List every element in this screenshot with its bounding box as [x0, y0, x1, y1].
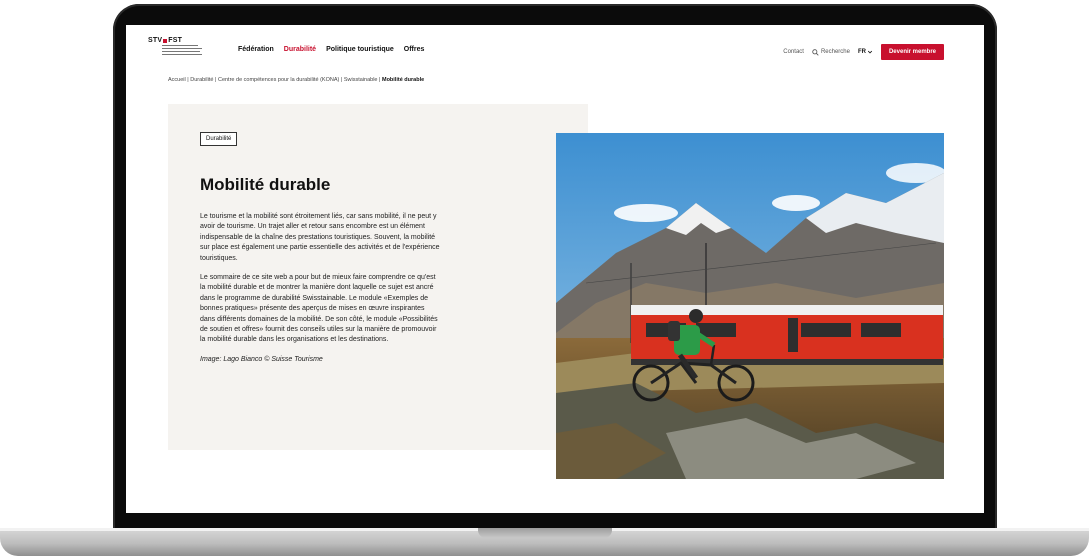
breadcrumb-item-durabilite[interactable]: Durabilité [190, 77, 213, 83]
intro-paragraph-2: Le sommaire de ce site web a pour but de… [200, 274, 438, 344]
image-caption: Image: Lago Bianco © Suisse Tourisme [200, 355, 323, 363]
category-tag[interactable]: Durabilité [200, 132, 238, 146]
logo-text-left: STV [148, 37, 163, 44]
become-member-button[interactable]: Devenir membre [880, 44, 944, 60]
browser-screen: STV FST Fédération Durabilité Politique … [126, 25, 984, 513]
header-utilities: Contact Recherche FR Devenir membre [783, 44, 944, 60]
page-title: Mobilité durable [200, 175, 331, 194]
contact-link[interactable]: Contact [783, 49, 804, 55]
nav-item-federation[interactable]: Fédération [238, 46, 274, 53]
logo-text-right: FST [168, 37, 183, 44]
chevron-down-icon [867, 50, 873, 54]
logo-red-square [163, 39, 168, 43]
breadcrumb-item-swisstainable[interactable]: Swisstainable [344, 77, 378, 83]
intro-paragraph-1: Le tourisme et la mobilité sont étroitem… [200, 213, 440, 262]
language-selector[interactable]: FR [858, 49, 873, 55]
main-nav: Fédération Durabilité Politique touristi… [238, 46, 424, 53]
nav-item-politique-touristique[interactable]: Politique touristique [326, 46, 394, 53]
logo-fine-print [162, 45, 202, 57]
search-label: Recherche [820, 49, 850, 55]
breadcrumb-item-kona[interactable]: Centre de compétences pour la durabilité… [218, 77, 339, 83]
logo-wordmark: STV FST [148, 37, 202, 44]
hero-photo-illustration [556, 133, 944, 479]
laptop-base-notch [478, 528, 612, 538]
nav-item-offres[interactable]: Offres [404, 46, 425, 53]
search-button[interactable]: Recherche [812, 48, 850, 56]
language-label: FR [857, 49, 866, 55]
intro-text: Le tourisme et la mobilité sont étroitem… [200, 212, 440, 374]
hero-photo [556, 133, 944, 479]
site-header: STV FST Fédération Durabilité Politique … [126, 25, 984, 71]
breadcrumb: Accueil | Durabilité | Centre de compéte… [168, 77, 425, 83]
search-icon [812, 48, 819, 56]
site-logo[interactable]: STV FST [148, 37, 202, 65]
laptop-base [0, 528, 1089, 556]
nav-item-durabilite[interactable]: Durabilité [284, 46, 316, 53]
breadcrumb-current: Mobilité durable [381, 77, 425, 83]
intro-panel: Durabilité Mobilité durable Le tourisme … [168, 104, 588, 450]
breadcrumb-item-home[interactable]: Accueil [168, 77, 186, 83]
laptop-frame: STV FST Fédération Durabilité Politique … [0, 0, 1089, 560]
